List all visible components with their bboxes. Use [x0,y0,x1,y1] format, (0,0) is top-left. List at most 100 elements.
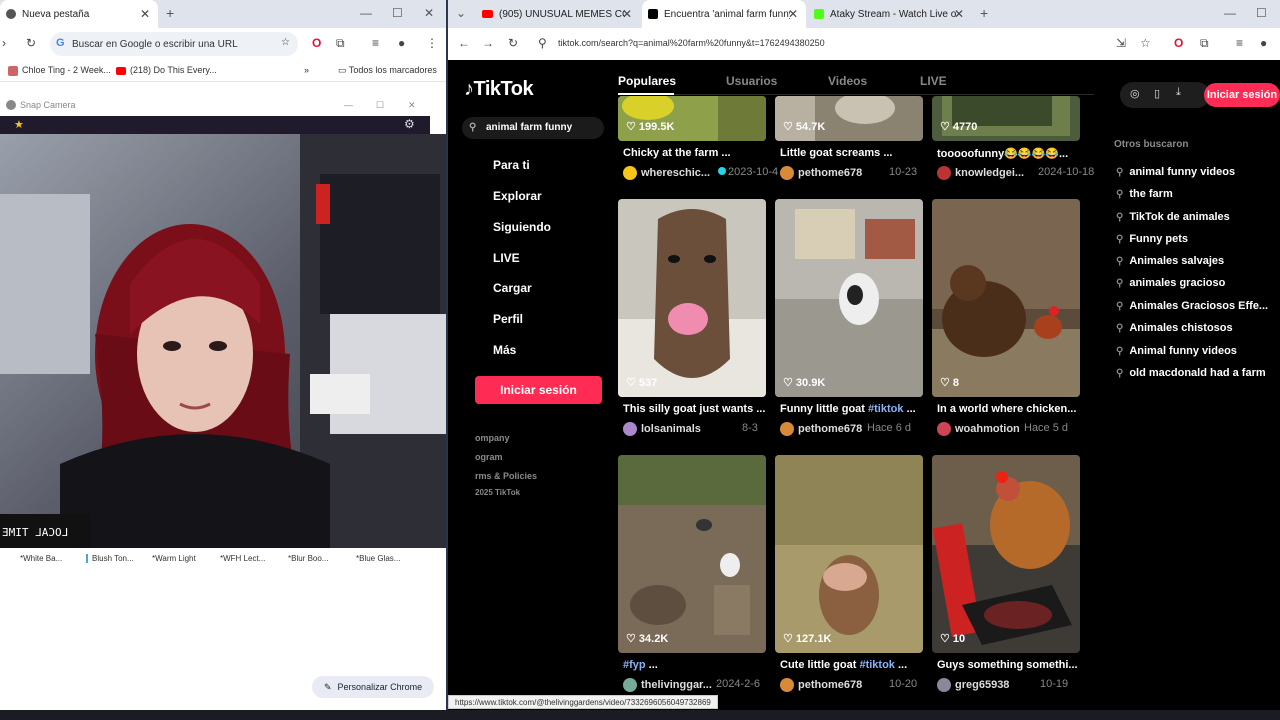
video-thumbnail[interactable]: ♡ 127.1K [775,455,923,653]
download-icon[interactable]: ⤓ [1176,86,1181,99]
opera-icon[interactable]: O [312,36,321,50]
video-thumbnail[interactable]: ♡ 537 [618,199,766,397]
close-tab-icon[interactable]: ✕ [622,7,632,21]
video-title[interactable]: In a world where chicken... [937,403,1087,415]
star-icon[interactable]: ☆ [281,37,290,48]
lens-item[interactable]: *Blur Boo... [288,554,328,563]
install-icon[interactable]: ⇲ [1116,36,1126,50]
video-title[interactable]: This silly goat just wants ... [623,403,773,415]
video-title[interactable]: Funny little goat #tiktok ... [780,403,930,415]
video-thumbnail[interactable]: ♡ 54.7K [775,96,923,141]
tab-live[interactable]: LIVE [920,74,947,88]
video-title[interactable]: #fyp ... [623,659,773,671]
related-search[interactable]: ⚲ Animal funny videos [1116,345,1237,357]
video-thumbnail[interactable]: ♡ 10 [932,455,1080,653]
minimize-icon[interactable]: — [360,6,372,20]
tab-new-tab[interactable]: Nueva pestaña ✕ [0,0,158,28]
video-card[interactable]: ♡ 537 This silly goat just wants ... lol… [618,199,766,439]
media-icon[interactable]: ≡ [1236,36,1243,50]
tab-tiktok-search[interactable]: Encuentra 'animal farm funny' ✕ [642,0,806,28]
close-tab-icon[interactable]: ✕ [954,7,964,21]
chevron-right-icon[interactable]: » [304,65,309,75]
forward-icon[interactable]: › [2,36,6,50]
tab-popular[interactable]: Populares [618,74,676,88]
lens-item[interactable]: *White Ba... [20,554,62,563]
video-author[interactable]: knowledgei... [937,166,1024,180]
compass-icon[interactable]: ◎ [1130,87,1140,100]
video-card[interactable]: ♡ 8 In a world where chicken... woahmoti… [932,199,1080,439]
tab-videos[interactable]: Videos [828,74,867,88]
lens-item[interactable]: Blush Ton... [86,554,134,563]
settings-icon[interactable]: ⚙ [404,117,415,131]
related-search[interactable]: ⚲ animal funny videos [1116,166,1235,178]
device-icon[interactable]: ▯ [1154,87,1160,100]
forward-icon[interactable]: → [482,36,494,50]
related-search[interactable]: ⚲ TikTok de animales [1116,211,1230,223]
video-card[interactable]: ♡ 127.1K Cute little goat #tiktok ... pe… [775,455,923,695]
video-title[interactable]: Little goat screams ... [780,147,930,159]
extensions-icon[interactable]: ⧉ [336,36,345,51]
omnibox[interactable]: G Buscar en Google o escribir una URL ☆ [50,32,298,56]
profile-icon[interactable]: ● [398,36,405,50]
related-search[interactable]: ⚲ Animales chistosos [1116,322,1233,334]
video-author[interactable]: pethome678 [780,678,862,692]
maximize-icon[interactable]: ☐ [376,94,384,116]
nav-profile[interactable]: Perfil [493,312,523,326]
new-tab-button[interactable]: + [166,5,174,21]
video-author[interactable]: woahmotion [937,422,1020,436]
menu-icon[interactable]: ⋮ [426,36,438,50]
reload-icon[interactable]: ↻ [508,36,518,50]
related-search[interactable]: ⚲ the farm [1116,188,1173,200]
related-search[interactable]: ⚲ animales gracioso [1116,277,1225,289]
minimize-icon[interactable]: — [1224,6,1236,20]
nav-for-you[interactable]: Para ti [493,158,530,172]
video-thumbnail[interactable]: ♡ 34.2K [618,455,766,653]
nav-more[interactable]: Más [493,343,516,357]
related-search[interactable]: ⚲ Animales Graciosos Effe... [1116,300,1268,312]
video-author[interactable]: thelivinggar... [623,678,712,692]
minimize-icon[interactable]: — [344,94,353,116]
top-signin-button[interactable]: Iniciar sesión [1204,83,1280,107]
bookmark-item[interactable]: Chloe Ting - 2 Week... [8,65,111,76]
close-tab-icon[interactable]: ✕ [788,7,798,21]
nav-live[interactable]: LIVE [493,251,520,265]
nav-upload[interactable]: Cargar [493,281,532,295]
profile-icon[interactable]: ● [1260,36,1267,50]
video-card[interactable]: ♡ 4770 tooooofunny😂😂😂😂... knowledgei... … [932,96,1094,186]
star-icon[interactable]: ☆ [1140,36,1151,50]
tab-kick[interactable]: Ataky Stream - Watch Live on K ✕ [808,0,972,28]
video-thumbnail[interactable]: ♡ 8 [932,199,1080,397]
video-author[interactable]: pethome678 [780,166,862,180]
video-title[interactable]: Cute little goat #tiktok ... [780,659,930,671]
all-bookmarks[interactable]: ▭ Todos los marcadores [338,65,437,76]
footer-terms[interactable]: rms & Policies [475,471,537,481]
lens-item[interactable]: *Blue Glas... [356,554,400,563]
maximize-icon[interactable]: ☐ [1256,6,1267,20]
extensions-icon[interactable]: ⧉ [1200,36,1209,51]
close-icon[interactable]: ✕ [408,94,416,116]
related-search[interactable]: ⚲ Funny pets [1116,233,1188,245]
footer-company[interactable]: ompany [475,433,510,443]
nav-following[interactable]: Siguiendo [493,220,551,234]
video-author[interactable]: greg65938 [937,678,1009,692]
footer-program[interactable]: ogram [475,452,503,462]
signin-button[interactable]: Iniciar sesión [475,376,602,404]
bookmark-item[interactable]: (218) Do This Every... [116,65,217,75]
customize-chrome-button[interactable]: ✎ Personalizar Chrome [312,676,435,698]
video-author[interactable]: pethome678 [780,422,862,436]
media-icon[interactable]: ≡ [372,36,379,50]
star-icon[interactable]: ★ [14,118,24,131]
video-card[interactable]: ♡ 54.7K Little goat screams ... pethome6… [775,96,923,186]
url-field[interactable]: tiktok.com/search?q=animal%20farm%20funn… [558,38,825,48]
video-author[interactable]: whereschic... [623,166,710,180]
video-title[interactable]: tooooofunny😂😂😂😂... [937,147,1087,160]
tab-users[interactable]: Usuarios [726,74,777,88]
tab-search-icon[interactable]: ⌄ [456,6,466,20]
opera-icon[interactable]: O [1174,36,1183,50]
tiktok-logo[interactable]: ♪TikTok [464,78,534,101]
related-search[interactable]: ⚲ old macdonald had a farm [1116,367,1266,379]
back-icon[interactable]: ← [458,36,470,50]
video-thumbnail[interactable]: ♡ 199.5K [618,96,766,141]
reload-icon[interactable]: ↻ [26,36,36,50]
video-thumbnail[interactable]: ♡ 4770 [932,96,1080,141]
